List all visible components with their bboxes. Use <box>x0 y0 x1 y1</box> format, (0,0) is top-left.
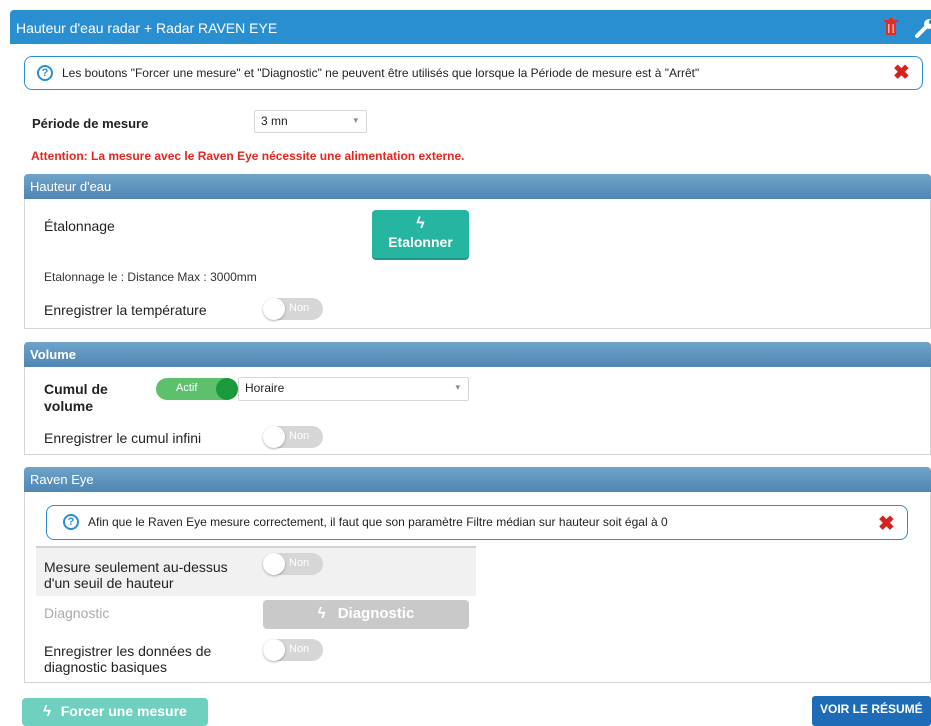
help-circle-icon: ? <box>37 65 53 81</box>
voir-resume-button[interactable]: VOIR LE RÉSUMÉ <box>812 696 931 726</box>
window-title: Hauteur d'eau radar + Radar RAVEN EYE <box>16 20 278 36</box>
toggle-state: Actif <box>176 382 198 394</box>
temperature-toggle[interactable]: Non <box>263 298 323 320</box>
cumul-toggle[interactable]: Actif <box>156 378 238 400</box>
window-header: Hauteur d'eau radar + Radar RAVEN EYE <box>10 10 931 44</box>
diagnostic-button[interactable]: ϟ Diagnostic <box>263 600 469 629</box>
section-raven-header: Raven Eye <box>24 467 931 492</box>
etalonner-label: Etalonner <box>388 234 453 250</box>
section-volume-header: Volume <box>24 342 931 367</box>
toggle-state: Non <box>289 430 310 442</box>
wrench-icon[interactable] <box>914 18 931 38</box>
power-warning: Attention: La mesure avec le Raven Eye n… <box>31 149 465 163</box>
chevron-down-icon: ▾ <box>455 382 460 392</box>
help-circle-icon: ? <box>63 514 79 530</box>
close-icon[interactable]: ✖ <box>893 63 910 83</box>
etalonnage-label: Étalonnage <box>44 218 115 234</box>
etalonnage-info: Etalonnage le : Distance Max : 3000mm <box>44 270 257 284</box>
lightning-icon: ϟ <box>416 215 425 232</box>
lightning-icon: ϟ <box>43 703 52 720</box>
info-top-text: Les boutons "Forcer une mesure" et "Diag… <box>62 66 700 80</box>
info-box-raven: ? Afin que le Raven Eye mesure correctem… <box>46 505 908 540</box>
trash-icon[interactable] <box>884 18 898 36</box>
toggle-state: Non <box>289 557 310 569</box>
diagnostic-button-label: Diagnostic <box>337 605 415 622</box>
infini-label: Enregistrer le cumul infini <box>44 430 202 446</box>
toggle-knob <box>263 553 285 575</box>
toggle-knob <box>263 298 285 320</box>
cumul-select-value: Horaire <box>245 381 285 395</box>
forcer-mesure-button[interactable]: ϟ Forcer une mesure <box>22 698 208 726</box>
cumul-label-line2: volume <box>44 398 94 414</box>
infini-toggle[interactable]: Non <box>263 426 323 448</box>
cumul-select[interactable]: Horaire ▾ <box>238 377 469 401</box>
donnees-label-line1: Enregistrer les données de <box>44 643 212 659</box>
periode-select[interactable]: 3 mn ▾ <box>254 110 367 133</box>
close-icon[interactable]: ✖ <box>878 514 895 534</box>
etalonner-button[interactable]: ϟ Etalonner <box>372 210 469 258</box>
lightning-icon: ϟ <box>317 605 326 622</box>
raven-info-text: Afin que le Raven Eye mesure correctemen… <box>88 515 668 529</box>
section-hauteur-header: Hauteur d'eau <box>24 174 931 199</box>
temperature-label: Enregistrer la température <box>44 302 207 318</box>
seuil-toggle[interactable]: Non <box>263 553 323 575</box>
toggle-knob <box>216 378 238 400</box>
forcer-mesure-label: Forcer une mesure <box>60 703 187 719</box>
cumul-label-line1: Cumul de <box>44 381 108 397</box>
donnees-label-line2: diagnostic basiques <box>44 659 167 675</box>
donnees-toggle[interactable]: Non <box>263 639 323 661</box>
info-box-top: ? Les boutons "Forcer une mesure" et "Di… <box>24 56 923 90</box>
diagnostic-label: Diagnostic <box>44 605 110 621</box>
toggle-knob <box>263 426 285 448</box>
seuil-label-line2: d'un seuil de hauteur <box>44 575 174 591</box>
toggle-state: Non <box>289 643 310 655</box>
periode-label: Période de mesure <box>32 116 149 131</box>
toggle-state: Non <box>289 302 310 314</box>
seuil-label-line1: Mesure seulement au-dessus <box>44 559 228 575</box>
chevron-down-icon: ▾ <box>353 115 358 125</box>
toggle-knob <box>263 639 285 661</box>
periode-value: 3 mn <box>261 114 288 128</box>
